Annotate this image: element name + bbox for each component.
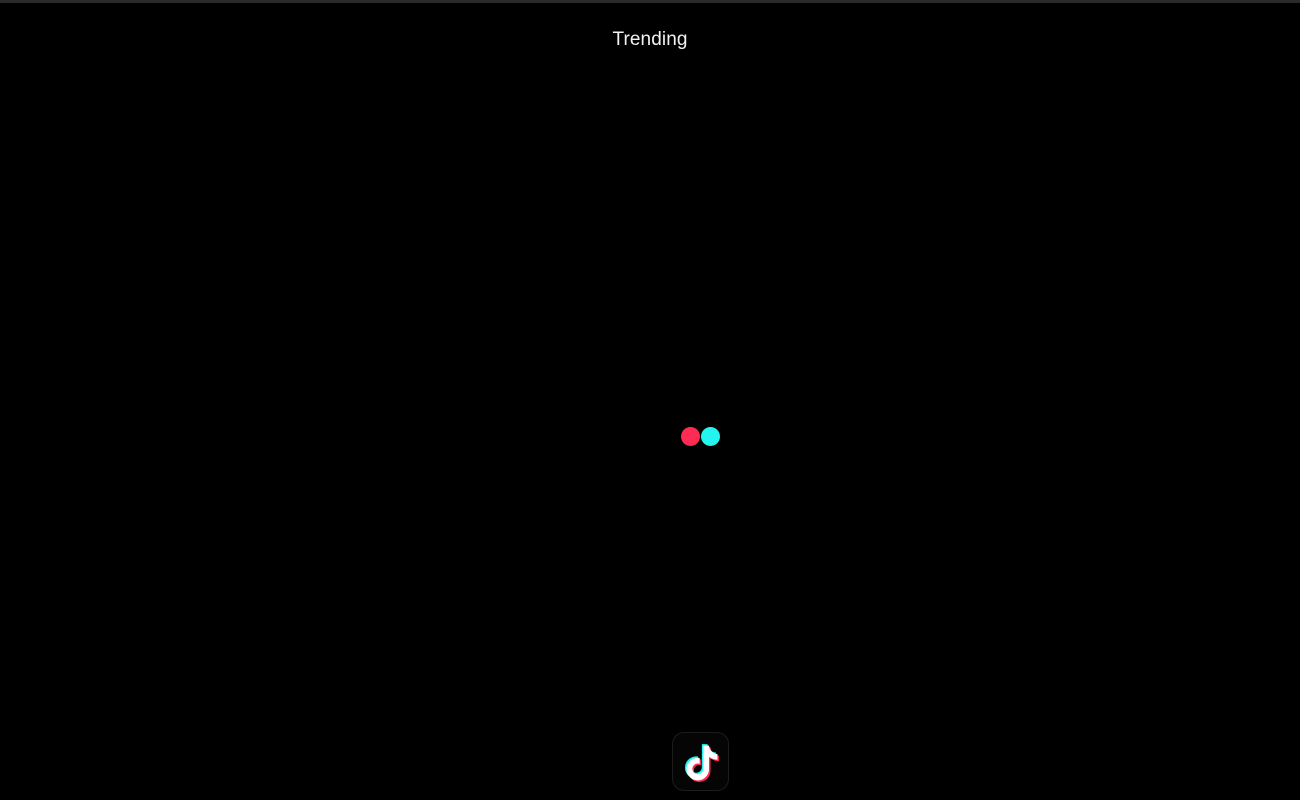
loading-dot-red <box>681 427 700 446</box>
tiktok-logo-icon[interactable] <box>672 732 729 791</box>
loading-dot-cyan <box>701 427 720 446</box>
loading-indicator <box>681 427 721 447</box>
page-title-trending[interactable]: Trending <box>0 29 1300 51</box>
app-screen: Trending <box>0 0 1300 800</box>
tiktok-note-glyph <box>685 744 719 782</box>
